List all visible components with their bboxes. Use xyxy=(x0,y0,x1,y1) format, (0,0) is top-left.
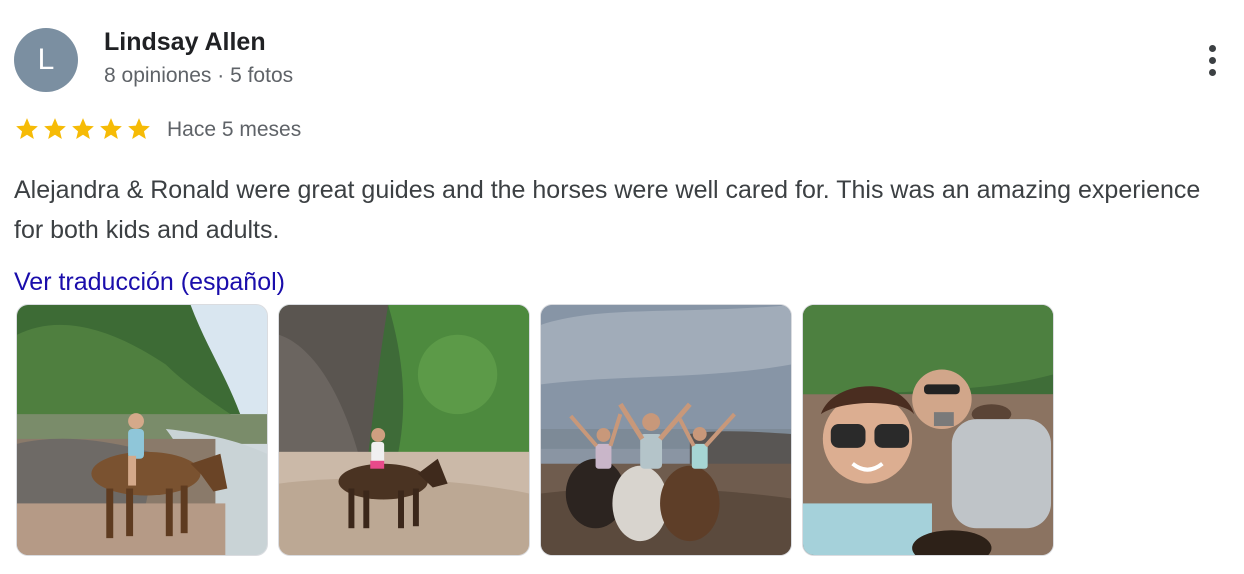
more-dot xyxy=(1208,68,1216,76)
more-dot xyxy=(1208,44,1216,52)
more-vert-icon[interactable] xyxy=(1196,40,1228,80)
photo-strip xyxy=(16,304,1054,556)
review-age: Hace 5 meses xyxy=(167,118,302,141)
star-icon xyxy=(128,118,150,139)
translate-link[interactable]: Ver traducción (español) xyxy=(14,268,285,297)
star-icon xyxy=(72,118,94,139)
star-icon xyxy=(100,118,122,139)
photo-couple-selfie-beach[interactable] xyxy=(802,304,1054,556)
avatar[interactable]: L xyxy=(14,28,78,92)
photo-family-on-horses-arms-raised[interactable] xyxy=(540,304,792,556)
photo-girl-on-horse-beach-cliff[interactable] xyxy=(278,304,530,556)
star-icon xyxy=(44,118,66,139)
star-rating xyxy=(14,116,152,142)
star-icon xyxy=(16,118,38,139)
photo-girl-on-horse-riverside[interactable] xyxy=(16,304,268,556)
more-dot xyxy=(1208,56,1216,64)
author-name[interactable]: Lindsay Allen xyxy=(104,28,266,57)
author-meta: 8 opiniones · 5 fotos xyxy=(104,64,294,87)
review-text: Alejandra & Ronald were great guides and… xyxy=(14,176,1201,244)
